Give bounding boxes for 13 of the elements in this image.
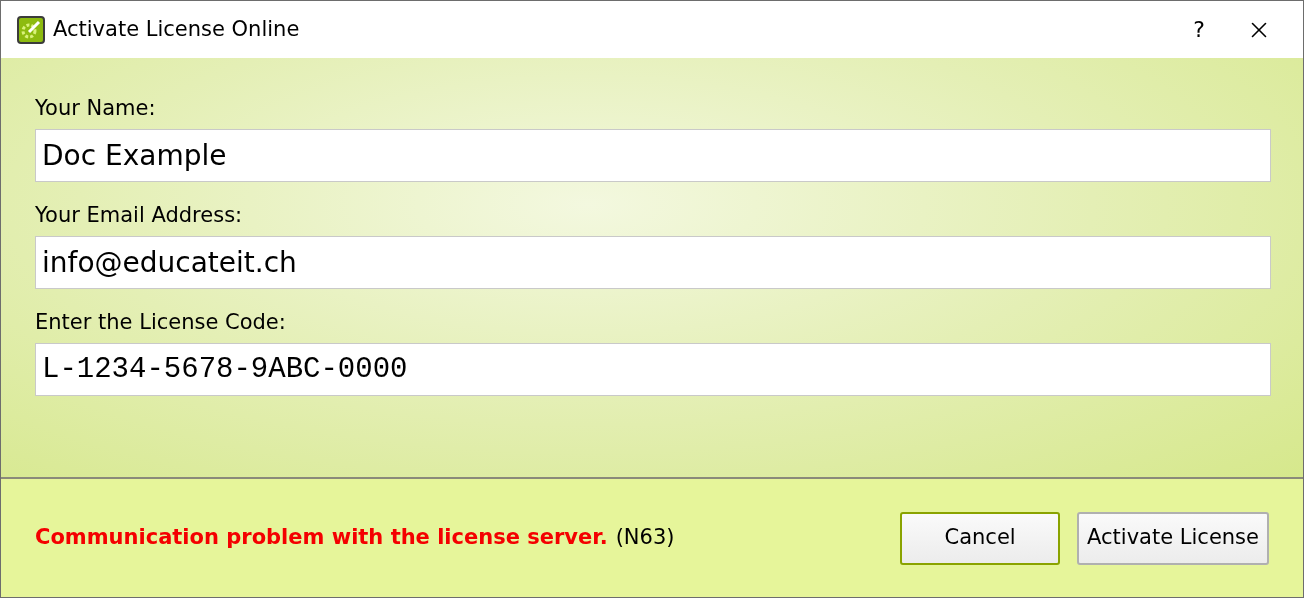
window-title: Activate License Online <box>53 15 300 43</box>
input-field[interactable]: info@educateit.ch <box>35 236 1271 289</box>
error-message: Communication problem with the license server. <box>35 524 608 552</box>
field-label: Your Name: <box>35 95 157 122</box>
input-field[interactable]: Doc Example <box>35 129 1271 182</box>
activate-button[interactable]: Activate License <box>1077 511 1269 565</box>
error-code: (N63) <box>615 524 675 552</box>
cancel-button[interactable]: Cancel <box>900 511 1061 565</box>
help-button[interactable]: ? <box>1169 9 1229 50</box>
app-icon <box>17 15 45 44</box>
field-label: Your Email Address: <box>35 202 244 229</box>
field-label: Enter the License Code: <box>35 309 287 336</box>
input-field[interactable]: L-1234-5678-9ABC-0000 <box>35 343 1271 396</box>
